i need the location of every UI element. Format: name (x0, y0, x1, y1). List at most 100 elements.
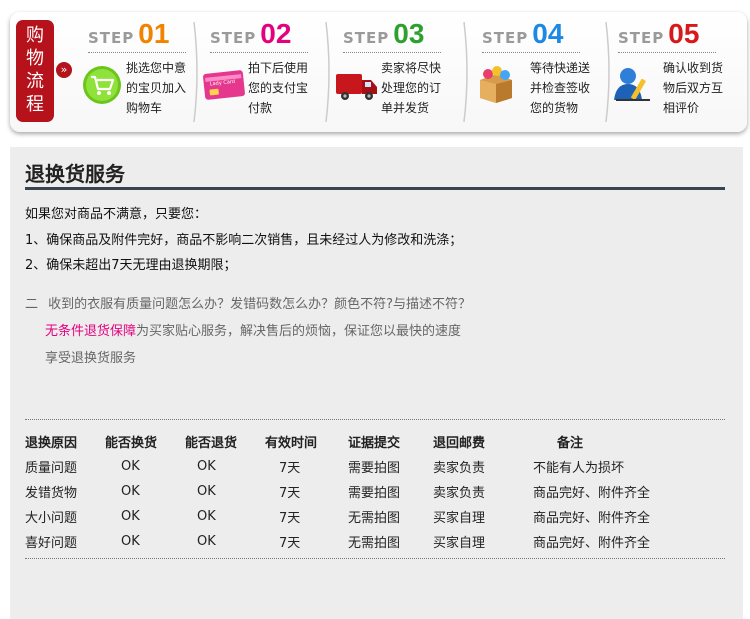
step-divider (482, 52, 580, 53)
step-text-line: 相评价 (663, 101, 700, 115)
table-row: 质量问题 OK OK 7天 需要拍图 卖家负责 不能有人为损坏 (25, 454, 697, 479)
step-text-line: 物后双方互 (663, 81, 724, 95)
table-cell: 需要拍图 (348, 461, 401, 476)
package-box-icon (480, 66, 512, 103)
column-header: 能否退货 (185, 436, 238, 451)
return-service-panel: 退换货服务 如果您对商品不满意，只要您： 1、确保商品及附件完好，商品不影响二次… (10, 147, 743, 619)
step-number: 01 (138, 18, 170, 49)
step-text-line: 单并发货 (381, 101, 430, 115)
table-row: 喜好问题 OK OK 7天 无需拍图 买家自理 商品完好、附件齐全 (25, 529, 697, 554)
column-header: 有效时间 (265, 436, 318, 451)
shopping-process-strip: 购 物 流 程 » STEP 01 挑选您中意 的宝贝加入 购物车 STEP 02 (10, 12, 747, 132)
step-separator-icon (325, 22, 330, 122)
badge-char: 流 (26, 71, 44, 92)
delivery-truck-icon (336, 74, 377, 100)
table-cell: 无需拍图 (348, 511, 401, 526)
table-top-divider (25, 419, 725, 420)
faq-line-2: 无条件退货保障为买家贴心服务，解决售后的烦恼，保证您以最快的速度 (45, 320, 461, 339)
step-separator-icon (463, 22, 468, 122)
table-cell: OK (197, 509, 216, 524)
step-heading: STEP 04 (482, 18, 563, 50)
service-title: 退换货服务 (25, 162, 125, 186)
step-text-line: 卖家将尽快 (381, 61, 442, 75)
table-cell: OK (121, 509, 140, 524)
table-cell: 7天 (279, 536, 301, 551)
step-text-line: 处理您的订 (381, 81, 442, 95)
table-cell: 需要拍图 (348, 486, 401, 501)
faq-line-1: 二 收到的衣服有质量问题怎么办？发错码数怎么办？颜色不符?与描述不符？ (25, 293, 471, 312)
step-word: STEP (88, 29, 135, 47)
service-rule-1: 1、确保商品及附件完好，商品不影响二次销售，且未经过人为修改和洗涤； (25, 233, 463, 248)
table-cell: 发错货物 (25, 486, 78, 501)
shopping-cart-icon (83, 66, 121, 104)
step-heading: STEP 03 (343, 18, 424, 50)
column-header: 备注 (557, 436, 584, 451)
returns-table: 退换原因 能否换货 能否退货 有效时间 证据提交 退回邮费 备注 质量问题 OK… (25, 429, 697, 554)
table-cell: OK (197, 484, 216, 499)
column-header: 退回邮费 (433, 436, 486, 451)
table-header-row: 退换原因 能否换货 能否退货 有效时间 证据提交 退回邮费 备注 (25, 429, 697, 454)
faq-line-3: 享受退换货服务 (45, 351, 137, 366)
table-cell: 商品完好、附件齐全 (533, 536, 651, 551)
step-heading: STEP 01 (88, 18, 169, 50)
step-text-line: 并检查签收 (530, 81, 591, 95)
title-underline (25, 187, 725, 190)
step-heading: STEP 05 (618, 18, 699, 50)
table-row: 发错货物 OK OK 7天 需要拍图 卖家负责 商品完好、附件齐全 (25, 479, 697, 504)
column-header: 退换原因 (25, 436, 78, 451)
step-text-line: 确认收到货 (663, 61, 724, 75)
step-word: STEP (618, 29, 665, 47)
faq-text: 为买家贴心服务，解决售后的烦恼，保证您以最快的速度 (136, 324, 462, 339)
step-number: 03 (393, 18, 425, 49)
table-cell: 无需拍图 (348, 536, 401, 551)
service-rule-2: 2、确保未超出7天无理由退换期限； (25, 258, 237, 273)
step-text-line: 您的货物 (530, 101, 579, 115)
step-number: 02 (260, 18, 292, 49)
table-cell: 买家自理 (433, 536, 486, 551)
faq-prefix: 二 (25, 297, 39, 312)
column-header: 能否换货 (105, 436, 158, 451)
table-cell: OK (121, 534, 140, 549)
table-bottom-divider (25, 558, 725, 559)
step-number: 05 (668, 18, 700, 49)
step-word: STEP (210, 29, 257, 47)
step-description: 卖家将尽快 处理您的订 单并发货 (381, 58, 461, 118)
table-cell: 质量问题 (25, 461, 78, 476)
guarantee-highlight: 无条件退货保障 (45, 324, 137, 339)
table-cell: 7天 (279, 461, 301, 476)
step-divider (88, 52, 186, 53)
table-cell: 喜好问题 (25, 536, 78, 551)
step-text-line: 拍下后使用 (248, 61, 309, 75)
user-review-icon (614, 68, 650, 101)
step-divider (210, 52, 308, 53)
step-heading: STEP 02 (210, 18, 291, 50)
table-cell: OK (121, 459, 140, 474)
table-cell: 商品完好、附件齐全 (533, 511, 651, 526)
table-cell: 买家自理 (433, 511, 486, 526)
badge-char: 物 (26, 48, 44, 69)
step-text-line: 您的支付宝 (248, 81, 309, 95)
step-divider (343, 52, 441, 53)
payment-card-icon: Lady Card (203, 70, 245, 100)
step-description: 等待快递送 并检查签收 您的货物 (530, 58, 610, 118)
badge-char: 购 (26, 25, 44, 46)
step-word: STEP (482, 29, 529, 47)
table-cell: OK (121, 484, 140, 499)
process-badge: 购 物 流 程 (16, 20, 54, 122)
table-cell: 7天 (279, 486, 301, 501)
table-cell: 卖家负责 (433, 486, 486, 501)
step-description: 拍下后使用 您的支付宝 付款 (248, 58, 328, 118)
step-separator-icon (193, 22, 198, 122)
table-row: 大小问题 OK OK 7天 无需拍图 买家自理 商品完好、附件齐全 (25, 504, 697, 529)
step-word: STEP (343, 29, 390, 47)
step-description: 确认收到货 物后双方互 相评价 (663, 58, 743, 118)
table-cell: 不能有人为损坏 (533, 461, 625, 476)
column-header: 证据提交 (348, 436, 401, 451)
step-number: 04 (532, 18, 564, 49)
table-cell: 商品完好、附件齐全 (533, 486, 651, 501)
step-text-line: 付款 (248, 101, 273, 115)
chevron-right-icon: » (56, 62, 72, 78)
badge-char: 程 (26, 94, 44, 115)
table-cell: 7天 (279, 511, 301, 526)
table-cell: OK (197, 534, 216, 549)
